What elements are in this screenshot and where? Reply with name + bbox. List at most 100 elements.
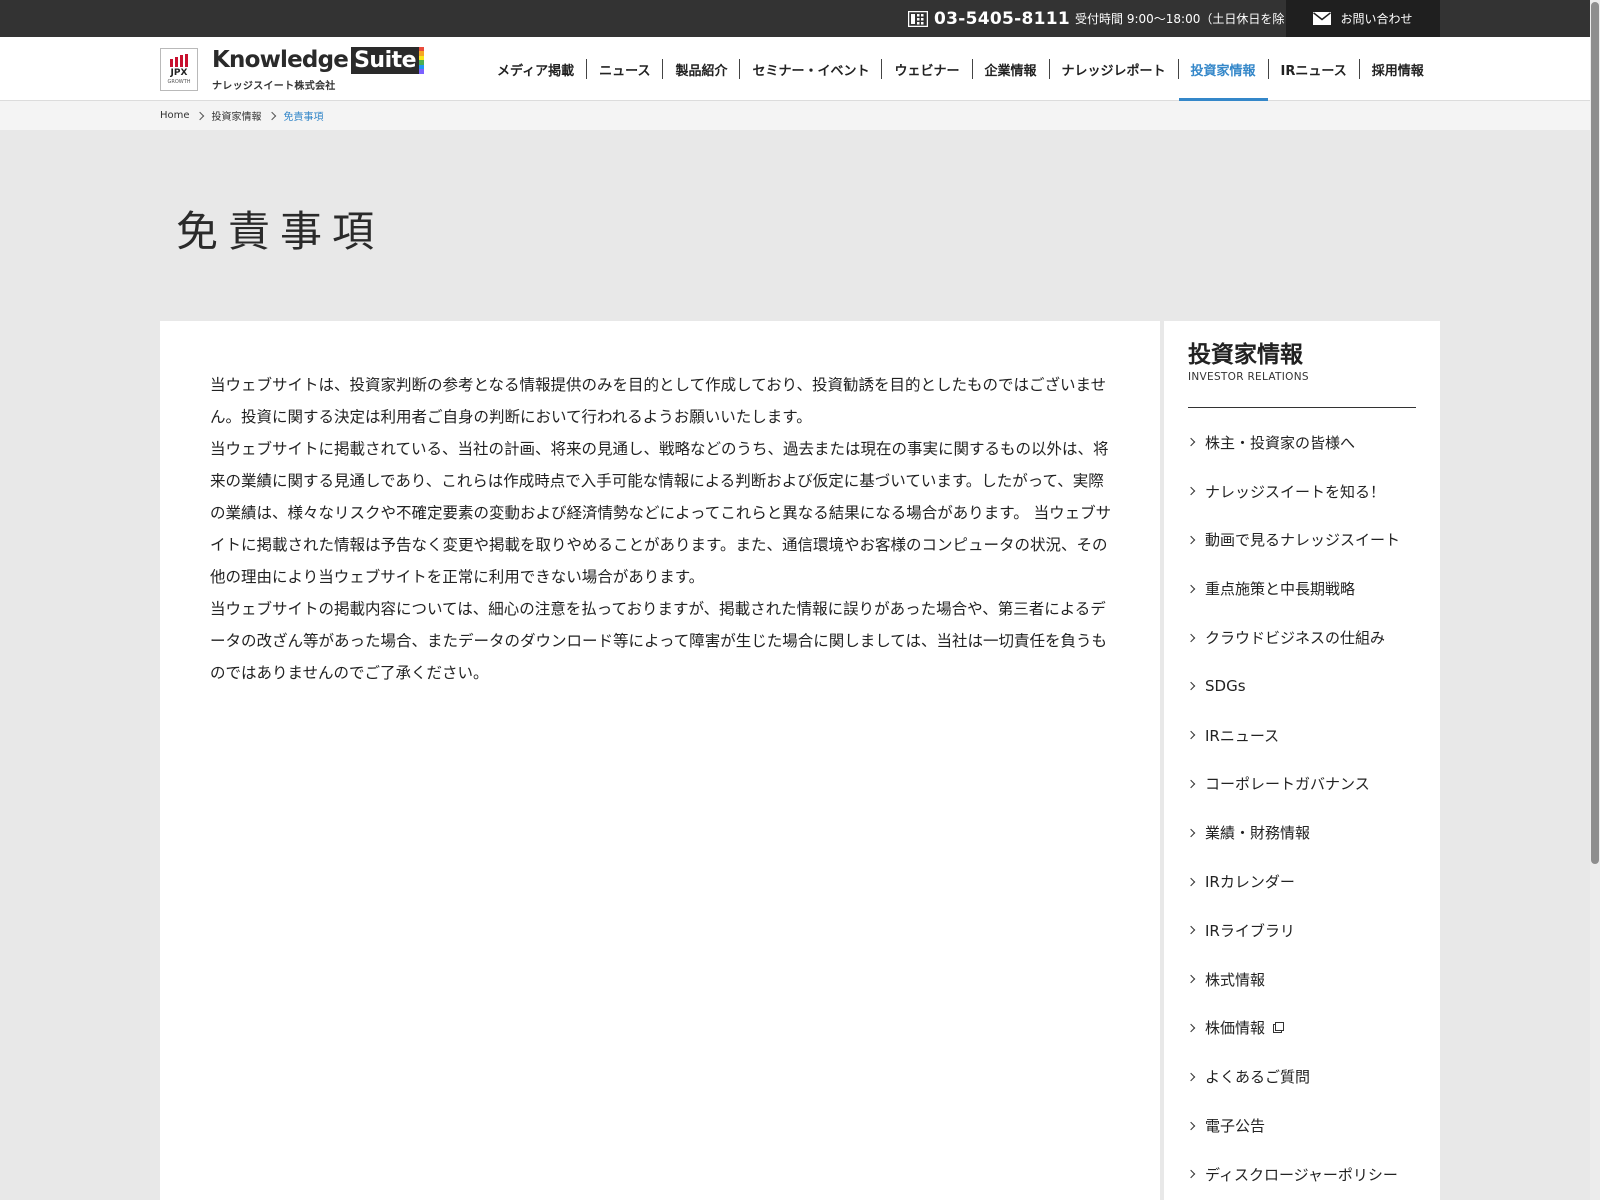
sidebar-item[interactable]: 動画で見るナレッジスイート [1186, 516, 1428, 565]
nav-item[interactable]: 製品紹介 [663, 59, 741, 79]
sidebar-divider [1188, 407, 1416, 408]
main-content: 当ウェブサイトは、投資家判断の参考となる情報提供のみを目的として作成しており、投… [160, 321, 1160, 1200]
external-link-icon [1273, 1022, 1285, 1034]
jpx-sub-label: GROWTH [167, 78, 191, 85]
phone-icon [908, 10, 928, 27]
sidebar-header: 投資家情報 INVESTOR RELATIONS [1188, 341, 1416, 383]
sidebar-item-label: 動画で見るナレッジスイート [1205, 531, 1401, 550]
sidebar-item-label: SDGs [1205, 677, 1246, 696]
contact-button[interactable]: お問い合わせ [1286, 0, 1440, 37]
nav-item[interactable]: ウェビナー [882, 59, 973, 79]
chevron-right-icon [1186, 779, 1196, 789]
sidebar-item-label: ナレッジスイートを知る！ [1205, 482, 1386, 501]
nav-item[interactable]: IRニュース [1269, 59, 1360, 79]
sidebar-item-label: 株式情報 [1205, 970, 1266, 989]
site-logo[interactable]: JPX GROWTH Knowledge Suite ナレッジスイート株式会社 [160, 46, 425, 92]
sidebar-item-label: 業績・財務情報 [1205, 824, 1311, 843]
sidebar-item-label: 株価情報 [1205, 1019, 1266, 1038]
sidebar-item[interactable]: ディスクロージャーポリシー [1186, 1150, 1428, 1199]
jpx-growth-badge: JPX GROWTH [160, 47, 198, 91]
chevron-right-icon [1186, 535, 1196, 545]
sidebar-item[interactable]: クラウドビジネスの仕組み [1186, 613, 1428, 662]
sidebar-item[interactable]: ナレッジスイートを知る！ [1186, 467, 1428, 516]
sidebar-item[interactable]: 株式情報 [1186, 955, 1428, 1004]
disclaimer-text: 当ウェブサイトは、投資家判断の参考となる情報提供のみを目的として作成しており、投… [210, 369, 1112, 689]
disclaimer-paragraph: 当ウェブサイトは、投資家判断の参考となる情報提供のみを目的として作成しており、投… [210, 376, 1107, 426]
contact-label: お問い合わせ [1340, 12, 1413, 26]
sidebar-item-label: コーポレートガバナンス [1205, 775, 1370, 794]
page-title: 免責事項 [176, 207, 385, 256]
page-scrollbar[interactable] [1590, 0, 1600, 1200]
sidebar-item-label: 電子公告 [1205, 1117, 1266, 1136]
nav-item[interactable]: ニュース [587, 59, 664, 79]
sidebar-item-label: ディスクロージャーポリシー [1205, 1165, 1398, 1184]
logo-color-stripes-icon [419, 46, 425, 74]
nav-item[interactable]: 企業情報 [973, 59, 1050, 79]
breadcrumb-home[interactable]: Home [160, 110, 190, 121]
sidebar-item[interactable]: 株主・投資家の皆様へ [1186, 418, 1428, 467]
nav-item[interactable]: セミナー・イベント [740, 59, 883, 79]
mail-icon [1313, 12, 1332, 25]
sidebar-item[interactable]: SDGs [1186, 662, 1428, 711]
jpx-label: JPX [170, 67, 188, 78]
sidebar-item[interactable]: 業績・財務情報 [1186, 808, 1428, 857]
breadcrumb-parent[interactable]: 投資家情報 [212, 108, 262, 123]
sidebar-item[interactable]: 電子公告 [1186, 1101, 1428, 1150]
phone-number[interactable]: 03-5405-8111 [934, 9, 1070, 29]
sidebar-item-label: IRニュース [1205, 726, 1280, 745]
sidebar-item[interactable]: コーポレートガバナンス [1186, 760, 1428, 809]
nav-item[interactable]: ナレッジレポート [1050, 59, 1179, 79]
breadcrumb-bar: Home 投資家情報 免責事項 [0, 101, 1600, 130]
logo-company-name: ナレッジスイート株式会社 [212, 80, 336, 92]
disclaimer-paragraph: 当ウェブサイトに掲載されている、当社の計画、将来の見通し、戦略などのうち、過去ま… [210, 440, 1112, 586]
nav-item[interactable]: 採用情報 [1360, 59, 1436, 79]
top-utility-bar: 03-5405-8111 受付時間 9:00〜18:00（土日休日を除く） お問… [0, 0, 1600, 37]
sidebar-item[interactable]: 重点施策と中長期戦略 [1186, 564, 1428, 613]
chevron-right-icon [267, 111, 276, 120]
nav-item[interactable]: 投資家情報 [1178, 59, 1269, 101]
chevron-right-icon [1186, 682, 1196, 691]
disclaimer-paragraph: 当ウェブサイトの掲載内容については、細心の注意を払っておりますが、掲載された情報… [210, 600, 1107, 682]
nav-item[interactable]: メディア掲載 [485, 59, 588, 79]
site-header: JPX GROWTH Knowledge Suite ナレッジスイート株式会社 … [0, 37, 1600, 101]
chevron-right-icon [1186, 633, 1196, 642]
chevron-right-icon [195, 111, 204, 120]
chevron-right-icon [1186, 438, 1196, 447]
sidebar-title: 投資家情報 [1188, 342, 1303, 368]
chevron-right-icon [1186, 877, 1196, 886]
chevron-right-icon [1186, 1072, 1196, 1081]
sidebar-item[interactable]: IRカレンダー [1186, 857, 1428, 906]
scrollbar-thumb[interactable] [1591, 2, 1599, 864]
phone-hours: 受付時間 9:00〜18:00（土日休日を除く） [1075, 12, 1309, 26]
chevron-right-icon [1186, 584, 1196, 594]
chevron-right-icon [1186, 1121, 1196, 1130]
sidebar-item-label: IRライブラリ [1205, 921, 1295, 940]
chevron-right-icon [1186, 1023, 1196, 1033]
ir-sidebar: 投資家情報 INVESTOR RELATIONS 株主・投資家の皆様へナレッジス… [1164, 321, 1440, 1200]
breadcrumb: Home 投資家情報 免責事項 [160, 101, 324, 130]
sidebar-item[interactable]: 株価情報 [1186, 1004, 1428, 1053]
jpx-bars-icon [170, 53, 188, 67]
sidebar-item[interactable]: IRニュース [1186, 711, 1428, 760]
sidebar-item[interactable]: よくあるご質問 [1186, 1052, 1428, 1101]
sidebar-item[interactable]: IRライブラリ [1186, 906, 1428, 955]
chevron-right-icon [1186, 926, 1196, 935]
logo-suite: Suite [351, 46, 420, 74]
sidebar-item-label: 重点施策と中長期戦略 [1205, 580, 1356, 599]
sidebar-item-label: よくあるご質問 [1205, 1068, 1311, 1087]
sidebar-subtitle: INVESTOR RELATIONS [1188, 371, 1309, 383]
breadcrumb-current: 免責事項 [283, 112, 324, 123]
phone-info: 03-5405-8111 受付時間 9:00〜18:00（土日休日を除く） [908, 0, 1308, 37]
logo-wordmark: Knowledge Suite ナレッジスイート株式会社 [212, 46, 425, 92]
sidebar-item-label: 株主・投資家の皆様へ [1205, 433, 1356, 452]
chevron-right-icon [1186, 1170, 1196, 1179]
sidebar-menu: 株主・投資家の皆様へナレッジスイートを知る！ 動画で見るナレッジスイート 重点施策と… [1186, 418, 1428, 1199]
sidebar-item-label: クラウドビジネスの仕組み [1205, 629, 1386, 648]
chevron-right-icon [1186, 828, 1196, 838]
chevron-right-icon [1186, 486, 1196, 496]
chevron-right-icon [1186, 730, 1196, 740]
sidebar-item-label: IRカレンダー [1205, 873, 1295, 892]
logo-knowledge: Knowledge [212, 46, 349, 73]
main-nav: メディア掲載 ニュース 製品紹介 セミナー・イベント ウェビナー 企業情報 ナレッジレポート… [485, 37, 1436, 101]
chevron-right-icon [1186, 974, 1196, 984]
